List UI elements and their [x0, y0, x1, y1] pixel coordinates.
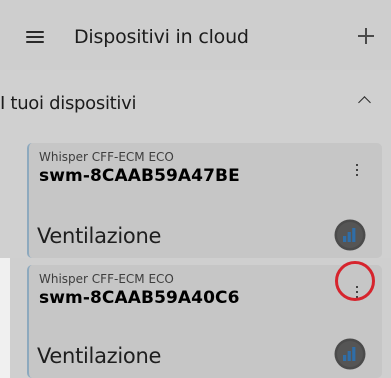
device-serial: swm-8CAAB59A47BE — [39, 166, 240, 186]
device-card[interactable]: Whisper CFF-ECM ECO swm-8CAAB59A40C6 Ven… — [27, 265, 382, 378]
device-card[interactable]: Whisper CFF-ECM ECO swm-8CAAB59A47BE Ven… — [27, 143, 382, 258]
page-title: Dispositivi in cloud — [74, 26, 249, 48]
kebab-dot — [356, 169, 359, 172]
hamburger-line — [26, 36, 44, 38]
kebab-menu-icon[interactable] — [355, 285, 359, 299]
device-model-label: Whisper CFF-ECM ECO — [39, 150, 174, 164]
device-model-label: Whisper CFF-ECM ECO — [39, 272, 174, 286]
kebab-dot — [356, 296, 359, 299]
kebab-dot — [356, 164, 359, 167]
chevron-up-icon[interactable] — [358, 96, 371, 109]
devices-section-header[interactable]: I tuoi dispositivi — [0, 70, 391, 136]
ventilation-level-icon — [334, 219, 366, 251]
device-mode-label: Ventilazione — [37, 224, 162, 248]
app-screen: Dispositivi in cloud I tuoi dispositivi … — [0, 0, 391, 378]
kebab-dot — [356, 291, 359, 294]
kebab-menu-icon[interactable] — [355, 163, 359, 177]
device-serial: swm-8CAAB59A40C6 — [39, 288, 240, 308]
hamburger-line — [26, 41, 44, 43]
ventilation-level-icon — [334, 338, 366, 370]
hamburger-menu-icon[interactable] — [26, 31, 44, 43]
hamburger-line — [26, 31, 44, 33]
section-title: I tuoi dispositivi — [0, 93, 137, 114]
kebab-dot — [356, 286, 359, 289]
app-header: Dispositivi in cloud — [0, 0, 391, 70]
add-device-plus-icon[interactable] — [358, 28, 374, 44]
device-mode-label: Ventilazione — [37, 344, 162, 368]
kebab-dot — [356, 174, 359, 177]
